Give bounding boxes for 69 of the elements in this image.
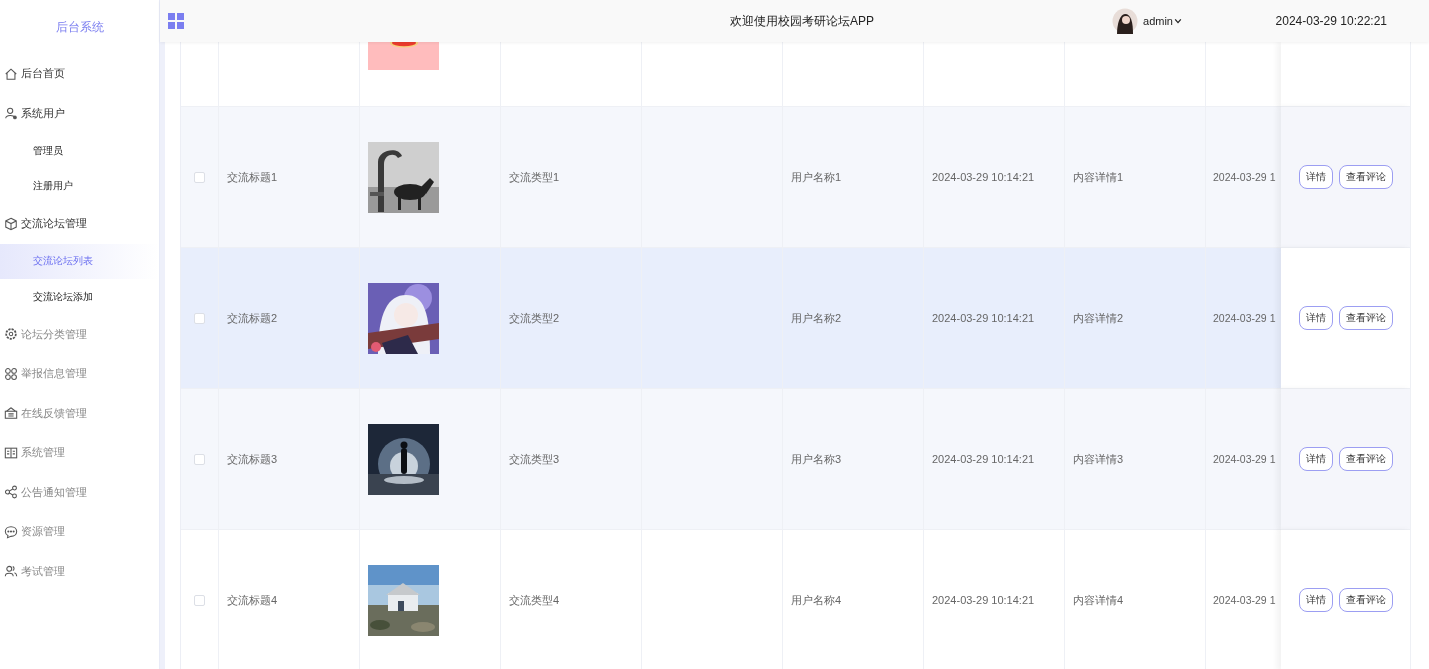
menu-icon bbox=[4, 445, 18, 460]
table-cell: 2024-03-29 10:14:21 bbox=[932, 453, 1035, 465]
table-cell: 2024-03-29 1 bbox=[1213, 453, 1276, 465]
action-button[interactable]: 详情 bbox=[1298, 447, 1333, 471]
table-cell: 内容详情4 bbox=[1073, 592, 1124, 608]
submenu-item[interactable]: 管理员 bbox=[0, 133, 159, 169]
table-cell: 交流标题4 bbox=[227, 592, 278, 608]
menu-item[interactable]: 考试管理 bbox=[0, 551, 159, 591]
avatar[interactable] bbox=[1112, 8, 1138, 34]
action-button[interactable]: 详情 bbox=[1298, 306, 1333, 330]
menu-icon bbox=[4, 66, 18, 81]
app-title: 后台系统 bbox=[54, 18, 105, 36]
welcome-title: 欢迎使用校园考研论坛APP bbox=[730, 12, 874, 30]
table-cell: 交流类型2 bbox=[509, 310, 560, 326]
table-cell: 内容详情3 bbox=[1073, 451, 1124, 467]
table-cell: 用户名称1 bbox=[791, 169, 842, 185]
action-button[interactable]: 详情 bbox=[1298, 588, 1333, 612]
checkbox[interactable] bbox=[194, 453, 205, 465]
table-cell: 内容详情2 bbox=[1073, 310, 1124, 326]
action-button[interactable]: 查看评论 bbox=[1338, 165, 1393, 189]
checkbox[interactable] bbox=[194, 312, 205, 324]
menu-icon bbox=[4, 406, 18, 421]
submenu-item[interactable]: 交流论坛添加 bbox=[0, 279, 159, 315]
menu-item[interactable]: 举报信息管理 bbox=[0, 354, 159, 394]
table-cell: 2024-03-29 1 bbox=[1213, 594, 1276, 606]
action-button[interactable]: 查看评论 bbox=[1338, 447, 1393, 471]
table-cell: 用户名称4 bbox=[791, 592, 842, 608]
table-row[interactable]: 交流标题2 交流类型2 用户名称2 2024-03-29 10:14:21 内容详情2 2024-03-29 1 详情 查看评论 bbox=[181, 248, 1410, 389]
table-cell: 交流类型3 bbox=[509, 451, 560, 467]
menu-item[interactable]: 在线反馈管理 bbox=[0, 393, 159, 433]
action-button[interactable]: 查看评论 bbox=[1338, 306, 1393, 330]
checkbox[interactable] bbox=[194, 171, 205, 183]
table-cell: 用户名称3 bbox=[791, 451, 842, 467]
table-cell: 交流标题3 bbox=[227, 451, 278, 467]
menu-icon bbox=[4, 485, 18, 500]
menu-item[interactable]: 后台首页 bbox=[0, 54, 159, 94]
table-cell: 2024-03-29 10:14:21 bbox=[932, 594, 1035, 606]
menu-item[interactable]: 公告通知管理 bbox=[0, 472, 159, 512]
menu-icon bbox=[4, 106, 18, 121]
table-cell: 2024-03-29 10:14:21 bbox=[932, 171, 1035, 183]
table-row[interactable]: 交流标题3 交流类型3 用户名称3 2024-03-29 10:14:21 内容详情3 2024-03-29 1 详情 查看评论 bbox=[181, 389, 1410, 530]
action-button[interactable]: 查看评论 bbox=[1338, 588, 1393, 612]
table-cell: 2024-03-29 10:14:21 bbox=[932, 312, 1035, 324]
menu-item[interactable]: 资源管理 bbox=[0, 512, 159, 552]
table-cell: 交流标题2 bbox=[227, 310, 278, 326]
caret-icon[interactable] bbox=[1174, 17, 1182, 25]
menu-item[interactable]: 系统用户 bbox=[0, 93, 159, 133]
table-cell: 交流类型1 bbox=[509, 169, 560, 185]
menu-icon bbox=[4, 564, 18, 579]
menu-icon bbox=[4, 366, 18, 381]
table-cell: 交流类型4 bbox=[509, 592, 560, 608]
menu-icon bbox=[4, 524, 18, 539]
datetime: 2024-03-29 10:22:21 bbox=[1275, 14, 1387, 28]
table-cell: 交流标题1 bbox=[227, 169, 278, 185]
table-cell: 2024-03-29 1 bbox=[1213, 171, 1276, 183]
user-menu[interactable]: admin bbox=[1143, 15, 1173, 27]
menu-item[interactable]: 论坛分类管理 bbox=[0, 314, 159, 354]
table-row[interactable]: 交流标题1 交流类型1 用户名称1 2024-03-29 10:14:21 内容详情1 2024-03-29 1 详情 查看评论 bbox=[181, 107, 1410, 248]
table-cell: 2024-03-29 1 bbox=[1213, 312, 1276, 324]
submenu-item[interactable]: 注册用户 bbox=[0, 168, 159, 204]
menu-item[interactable]: 系统管理 bbox=[0, 433, 159, 473]
table-cell: 内容详情1 bbox=[1073, 169, 1124, 185]
menu-icon bbox=[4, 216, 18, 231]
action-button[interactable]: 详情 bbox=[1298, 165, 1333, 189]
grid-icon[interactable] bbox=[168, 13, 184, 29]
table-cell: 用户名称2 bbox=[791, 310, 842, 326]
menu-icon bbox=[4, 327, 18, 342]
checkbox[interactable] bbox=[194, 594, 205, 606]
menu-item[interactable]: 交流论坛管理 bbox=[0, 204, 159, 244]
